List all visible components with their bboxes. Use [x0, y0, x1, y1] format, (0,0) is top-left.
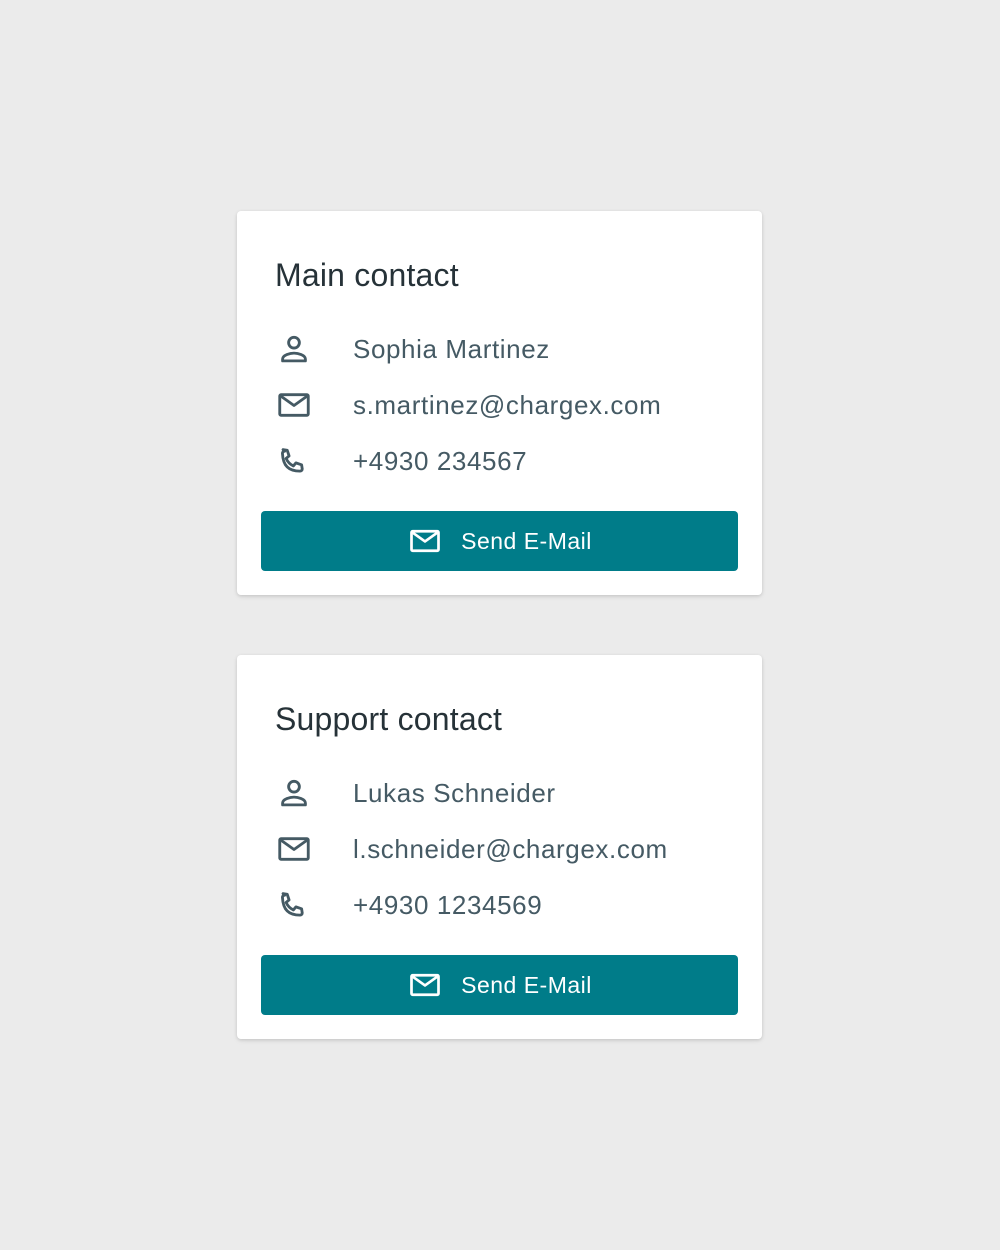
card-title: Main contact [275, 257, 459, 293]
mail-icon [275, 830, 313, 868]
contact-phone-row: +4930 1234569 [275, 885, 542, 925]
card-title: Support contact [275, 701, 503, 737]
person-icon [275, 330, 313, 368]
send-email-label: Send E-Mail [461, 527, 592, 554]
send-email-button[interactable]: Send E-Mail [261, 955, 738, 1015]
contact-email[interactable]: s.martinez@chargex.com [353, 385, 661, 425]
contact-name-row: Lukas Schneider [275, 773, 555, 813]
contact-phone-row: +4930 234567 [275, 441, 527, 481]
contact-phone[interactable]: +4930 234567 [353, 441, 527, 481]
mail-icon [407, 523, 443, 559]
mail-icon [407, 967, 443, 1003]
contact-name-row: Sophia Martinez [275, 329, 549, 369]
contact-email[interactable]: l.schneider@chargex.com [353, 829, 668, 869]
send-email-button[interactable]: Send E-Mail [261, 511, 738, 571]
contact-name: Sophia Martinez [353, 334, 550, 364]
send-email-label: Send E-Mail [461, 971, 592, 998]
support-contact-card: Support contact Lukas Schneider l.schnei… [237, 655, 762, 1039]
person-icon [275, 774, 313, 812]
mail-icon [275, 386, 313, 424]
phone-icon [275, 886, 313, 924]
phone-icon [275, 442, 313, 480]
main-contact-card: Main contact Sophia Martinez s.martinez@… [237, 211, 762, 595]
contact-email-row: s.martinez@chargex.com [275, 385, 661, 425]
contact-email-row: l.schneider@chargex.com [275, 829, 667, 869]
contact-name: Lukas Schneider [353, 778, 556, 808]
contact-phone[interactable]: +4930 1234569 [353, 885, 542, 925]
